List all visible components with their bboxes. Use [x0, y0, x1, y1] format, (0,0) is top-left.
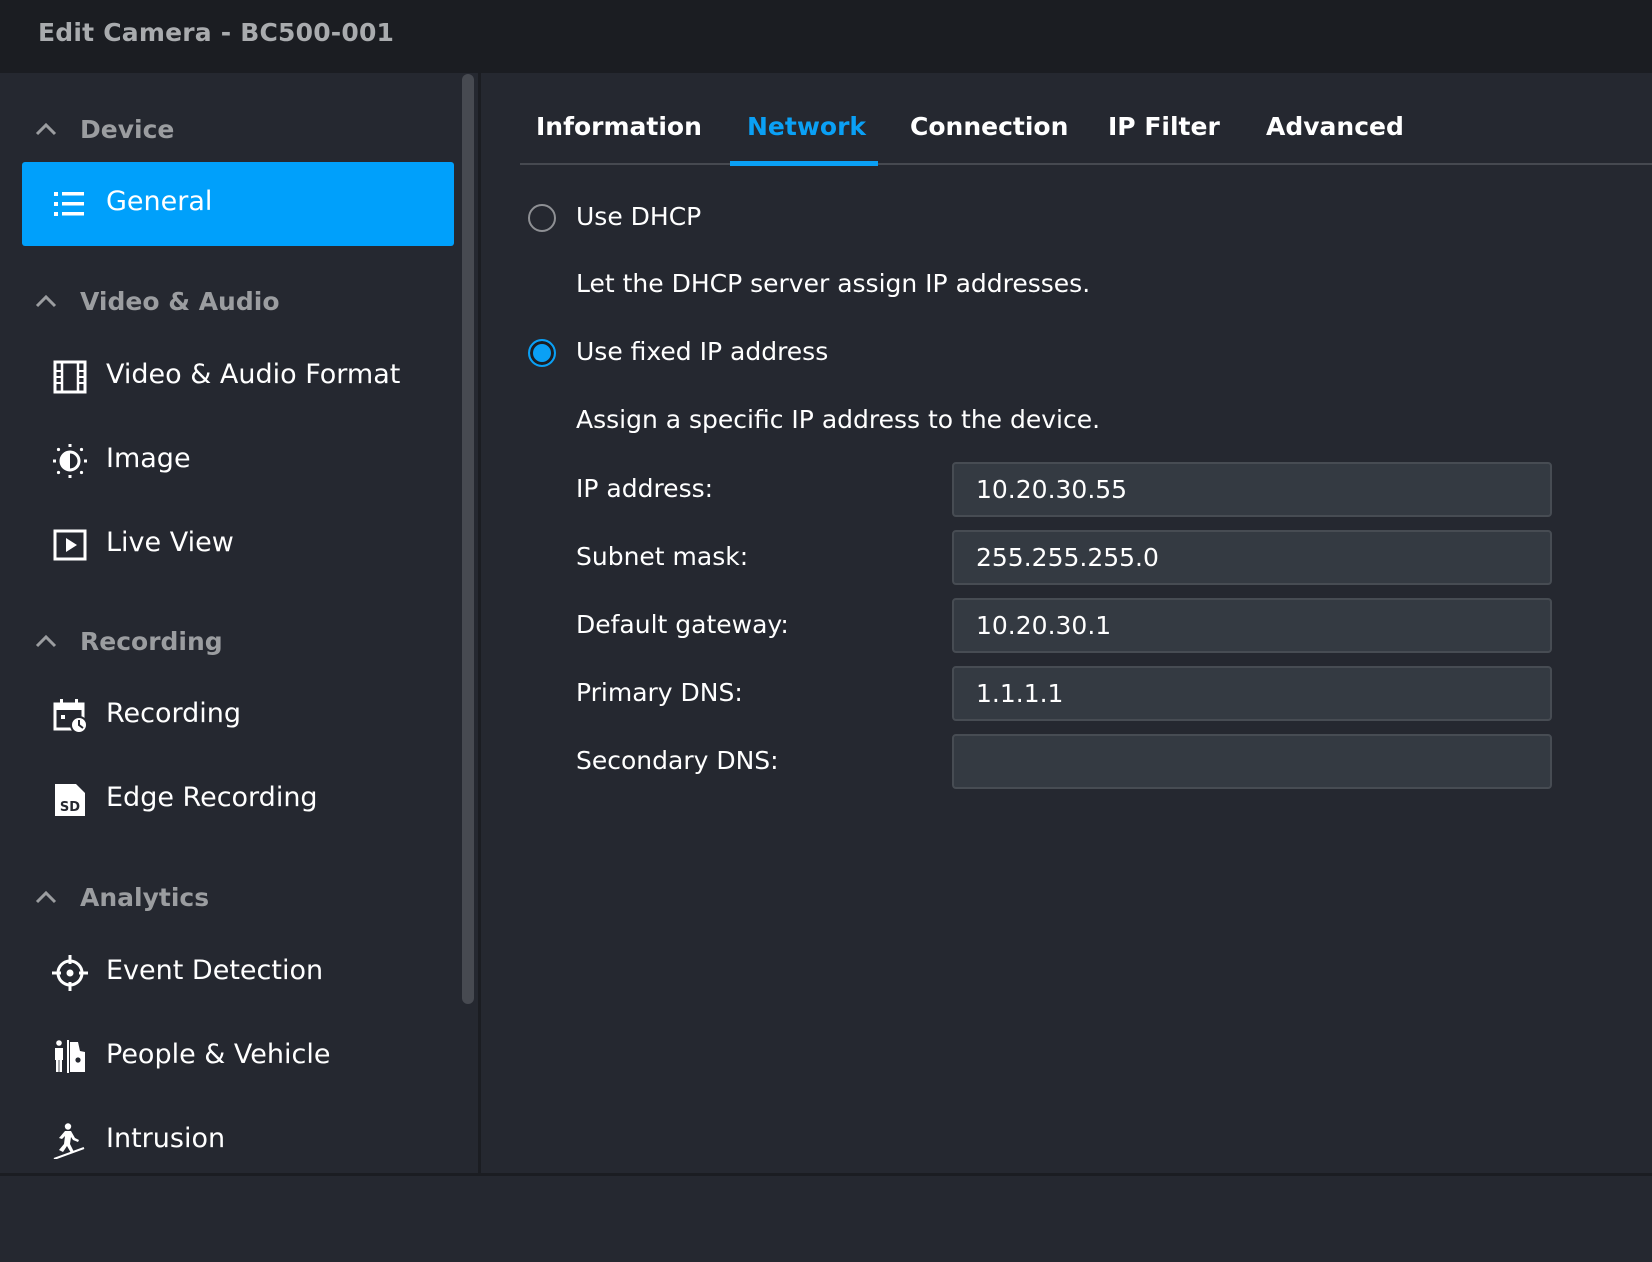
film-icon: [53, 360, 87, 394]
chevron-up-icon: [35, 634, 57, 648]
svg-text:SD: SD: [60, 800, 80, 815]
radio-label: Use fixed IP address: [576, 337, 829, 366]
primary-dns-label: Primary DNS:: [576, 678, 743, 707]
sidebar-item-label: Image: [106, 443, 191, 474]
sidebar-item-label: Live View: [106, 527, 234, 558]
secondary-dns-label: Secondary DNS:: [576, 746, 779, 775]
crosshair-icon: [52, 955, 88, 991]
sidebar-item-live-view[interactable]: Live View: [22, 503, 454, 587]
subnet-mask-input[interactable]: [952, 530, 1552, 585]
radio-button-checked[interactable]: [528, 339, 556, 367]
sidebar-scrollbar[interactable]: [462, 74, 474, 1004]
sd-card-icon: SD: [55, 784, 85, 816]
section-header-recording[interactable]: Recording: [0, 621, 440, 661]
ip-address-input[interactable]: [952, 462, 1552, 517]
fixed-ip-description: Assign a specific IP address to the devi…: [576, 405, 1101, 434]
person-vehicle-icon: [55, 1040, 85, 1073]
tab-information[interactable]: Information: [536, 112, 702, 141]
title-bar: Edit Camera - BC500-001: [0, 0, 1652, 73]
tab-ip-filter[interactable]: IP Filter: [1108, 112, 1220, 141]
chevron-up-icon: [35, 122, 57, 136]
tab-bar: Information Network Connection IP Filter…: [520, 100, 1652, 166]
default-gateway-label: Default gateway:: [576, 610, 789, 639]
play-box-icon: [53, 529, 87, 561]
tab-network[interactable]: Network: [747, 112, 866, 141]
sidebar-item-label: People & Vehicle: [106, 1039, 331, 1070]
section-header-device[interactable]: Device: [0, 109, 440, 149]
section-label: Device: [80, 115, 175, 144]
sidebar-item-people-vehicle[interactable]: People & Vehicle: [22, 1015, 454, 1099]
tabs-divider: [520, 163, 1652, 165]
section-label: Video & Audio: [80, 287, 280, 316]
sidebar-item-label: Video & Audio Format: [106, 359, 401, 390]
sidebar-item-label: Event Detection: [106, 955, 324, 986]
chevron-up-icon: [35, 294, 57, 308]
chevron-up-icon: [35, 890, 57, 904]
active-tab-indicator: [730, 161, 878, 166]
default-gateway-input[interactable]: [952, 598, 1552, 653]
sidebar-item-intrusion[interactable]: Intrusion: [22, 1099, 454, 1183]
sidebar-item-recording[interactable]: Recording: [22, 674, 454, 758]
sidebar-item-image[interactable]: Image: [22, 419, 454, 503]
radio-button-unchecked[interactable]: [528, 204, 556, 232]
sidebar-item-label: Recording: [106, 698, 242, 729]
radio-use-dhcp[interactable]: Use DHCP: [528, 200, 928, 236]
sidebar-item-event-detection[interactable]: Event Detection: [22, 931, 454, 1015]
subnet-mask-label: Subnet mask:: [576, 542, 749, 571]
window-title: Edit Camera - BC500-001: [38, 18, 395, 47]
tab-connection[interactable]: Connection: [910, 112, 1068, 141]
secondary-dns-input[interactable]: [952, 734, 1552, 789]
sidebar-item-label: General: [106, 186, 213, 217]
radio-label: Use DHCP: [576, 202, 702, 231]
brightness-icon: [53, 444, 87, 478]
section-header-video-audio[interactable]: Video & Audio: [0, 281, 440, 321]
section-label: Analytics: [80, 883, 210, 912]
sidebar-item-edge-recording[interactable]: SD Edge Recording: [22, 758, 454, 842]
tab-advanced[interactable]: Advanced: [1266, 112, 1404, 141]
sidebar-item-general[interactable]: General: [22, 162, 454, 246]
dhcp-description: Let the DHCP server assign IP addresses.: [576, 269, 1091, 298]
sidebar-item-label: Edge Recording: [106, 782, 318, 813]
intrusion-icon: [53, 1123, 85, 1159]
ip-address-label: IP address:: [576, 474, 714, 503]
radio-use-fixed-ip[interactable]: Use fixed IP address: [528, 335, 928, 371]
footer-bar: [0, 1173, 1652, 1262]
calendar-clock-icon: [53, 699, 88, 734]
sidebar-item-label: Intrusion: [106, 1123, 226, 1154]
list-icon: [54, 192, 84, 216]
sidebar-item-video-audio-format[interactable]: Video & Audio Format: [22, 335, 454, 419]
section-label: Recording: [80, 627, 223, 656]
primary-dns-input[interactable]: [952, 666, 1552, 721]
section-header-analytics[interactable]: Analytics: [0, 877, 440, 917]
